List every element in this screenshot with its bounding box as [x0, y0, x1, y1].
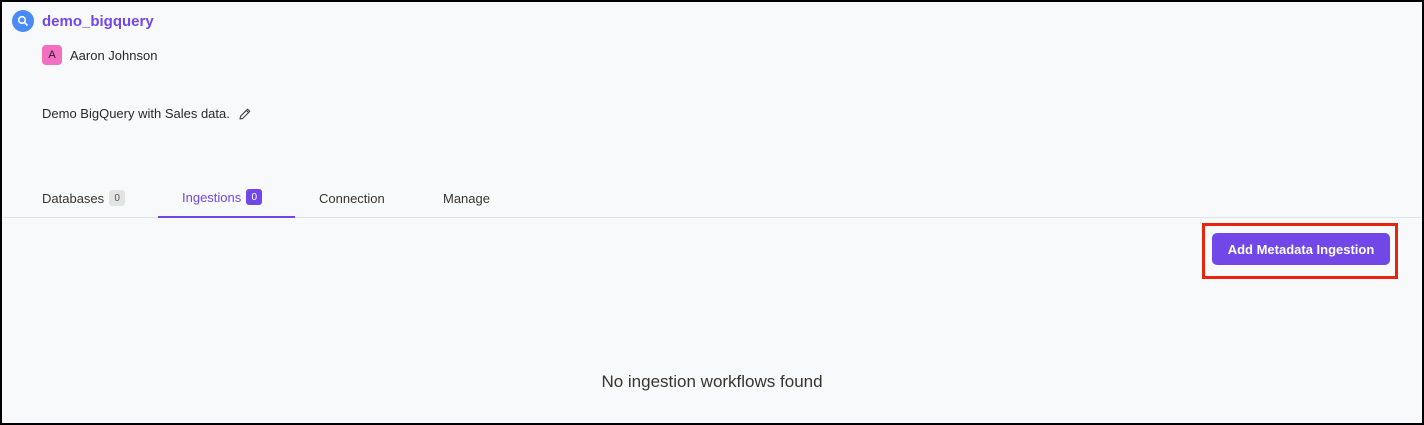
description-row: Demo BigQuery with Sales data. — [42, 106, 252, 121]
count-badge: 0 — [246, 189, 263, 205]
service-description: Demo BigQuery with Sales data. — [42, 106, 230, 121]
tab-label: Ingestions — [182, 189, 242, 205]
empty-state-message: No ingestion workflows found — [601, 372, 823, 391]
service-name[interactable]: demo_bigquery — [42, 13, 154, 30]
tab-manage[interactable]: Manage — [443, 178, 490, 218]
owner: A Aaron Johnson — [42, 45, 157, 65]
pencil-icon[interactable] — [238, 107, 252, 121]
tab-databases[interactable]: Databases 0 — [42, 178, 126, 218]
tab-label: Databases — [42, 190, 105, 206]
tab-bar: Databases 0 Ingestions 0 Connection Mana… — [2, 178, 1422, 218]
bigquery-icon — [12, 10, 34, 32]
page-frame: demo_bigquery A Aaron Johnson Demo BigQu… — [2, 2, 1422, 423]
count-badge: 0 — [109, 190, 126, 206]
service-header: demo_bigquery — [12, 10, 154, 32]
tab-ingestions[interactable]: Ingestions 0 — [158, 178, 295, 218]
tab-label: Connection — [319, 190, 385, 206]
owner-name[interactable]: Aaron Johnson — [70, 48, 157, 63]
avatar: A — [42, 45, 62, 65]
add-metadata-ingestion-button[interactable]: Add Metadata Ingestion — [1212, 233, 1390, 265]
tab-label: Manage — [443, 190, 490, 206]
tab-connection[interactable]: Connection — [319, 178, 385, 218]
